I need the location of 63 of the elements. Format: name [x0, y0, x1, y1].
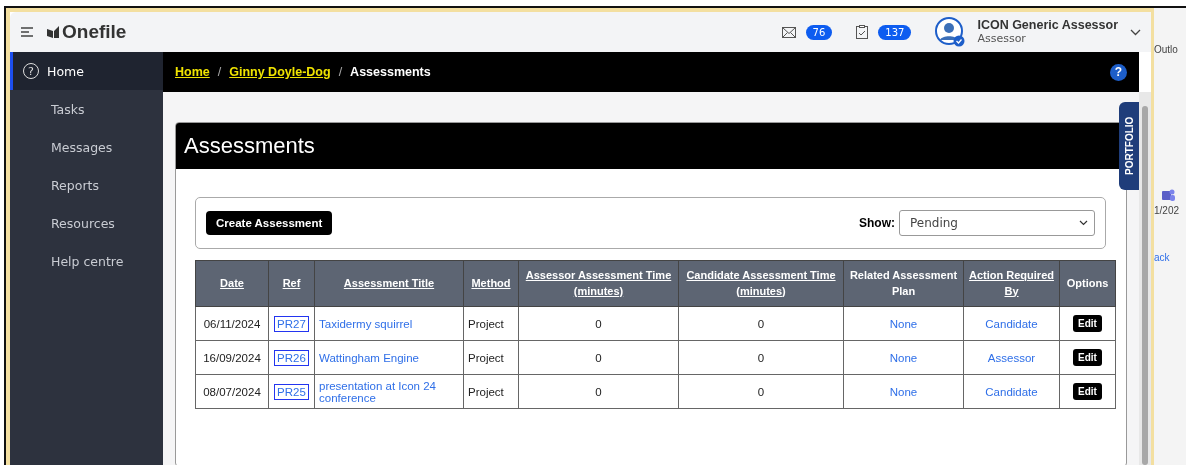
breadcrumb-link[interactable]: Home [175, 65, 210, 79]
background-text: Outlo [1154, 44, 1179, 55]
sidebar-item[interactable]: Help centre [10, 242, 163, 280]
column-header[interactable]: Method [463, 260, 519, 307]
show-label: Show: [859, 216, 895, 230]
time-cell: 0 [678, 340, 844, 375]
ref-link[interactable]: PR27 [274, 315, 309, 332]
message-count-badge: 76 [805, 24, 833, 40]
breadcrumb-separator: / [338, 65, 343, 79]
avatar-icon[interactable] [935, 17, 966, 47]
method-cell: Project [463, 306, 519, 341]
plan-link[interactable]: None [889, 385, 918, 398]
ref-link[interactable]: PR25 [274, 383, 309, 400]
edit-button[interactable]: Edit [1073, 315, 1102, 332]
plan-link[interactable]: None [889, 351, 918, 364]
clipboard-icon[interactable] [856, 25, 869, 39]
date-cell: 06/11/2024 [195, 306, 269, 341]
sidebar-item[interactable]: ? Home [10, 52, 163, 90]
date-cell: 08/07/2024 [195, 374, 269, 409]
breadcrumb-separator: / [217, 65, 222, 79]
app-icon [1160, 187, 1176, 203]
portfolio-tab[interactable]: PORTFOLIO [1119, 102, 1139, 190]
logo-icon [46, 25, 60, 39]
envelope-icon[interactable] [781, 26, 796, 38]
column-header[interactable]: Date [195, 260, 269, 307]
edit-button[interactable]: Edit [1073, 383, 1102, 400]
column-header[interactable]: Assessment Title [314, 260, 464, 307]
column-header[interactable]: Action Required By [963, 260, 1060, 307]
column-header[interactable]: Ref [268, 260, 315, 307]
chevron-down-icon[interactable] [1130, 28, 1141, 36]
action-link[interactable]: Assessor [987, 351, 1036, 364]
time-cell: 0 [678, 306, 844, 341]
scrollbar[interactable] [1139, 92, 1151, 465]
time-cell: 0 [678, 374, 844, 409]
sidebar-item[interactable]: Messages [10, 128, 163, 166]
time-cell: 0 [518, 374, 679, 409]
help-button[interactable]: ? [1110, 63, 1127, 81]
chevron-down-icon [1079, 220, 1088, 226]
background-text: 1/202 [1154, 205, 1181, 216]
show-select[interactable]: Pending [899, 210, 1095, 236]
app-logo[interactable]: Onefile [62, 21, 127, 43]
column-header: Options [1059, 260, 1116, 307]
ref-link[interactable]: PR26 [274, 349, 309, 366]
edit-button[interactable]: Edit [1073, 349, 1102, 366]
time-cell: 0 [518, 340, 679, 375]
column-header[interactable]: Assessor Assessment Time (minutes) [518, 260, 679, 307]
menu-icon[interactable] [20, 26, 34, 38]
user-name: ICON Generic Assessor [977, 18, 1118, 33]
column-header: Related Assessment Plan [843, 260, 964, 307]
method-cell: Project [463, 340, 519, 375]
breadcrumb-current: Assessments [350, 65, 431, 79]
time-cell: 0 [518, 306, 679, 341]
sidebar-item[interactable]: Resources [10, 204, 163, 242]
sidebar-item[interactable]: Reports [10, 166, 163, 204]
breadcrumb-link[interactable]: Ginny Doyle-Dog [229, 65, 331, 79]
column-header[interactable]: Candidate Assessment Time (minutes) [678, 260, 844, 307]
plan-link[interactable]: None [889, 317, 918, 330]
user-role: Assessor [977, 32, 1027, 46]
sidebar-item[interactable]: Tasks [10, 90, 163, 128]
task-count-badge: 137 [878, 24, 912, 40]
method-cell: Project [463, 374, 519, 409]
create-assessment-button[interactable]: Create Assessment [206, 211, 333, 235]
date-cell: 16/09/2024 [195, 340, 269, 375]
